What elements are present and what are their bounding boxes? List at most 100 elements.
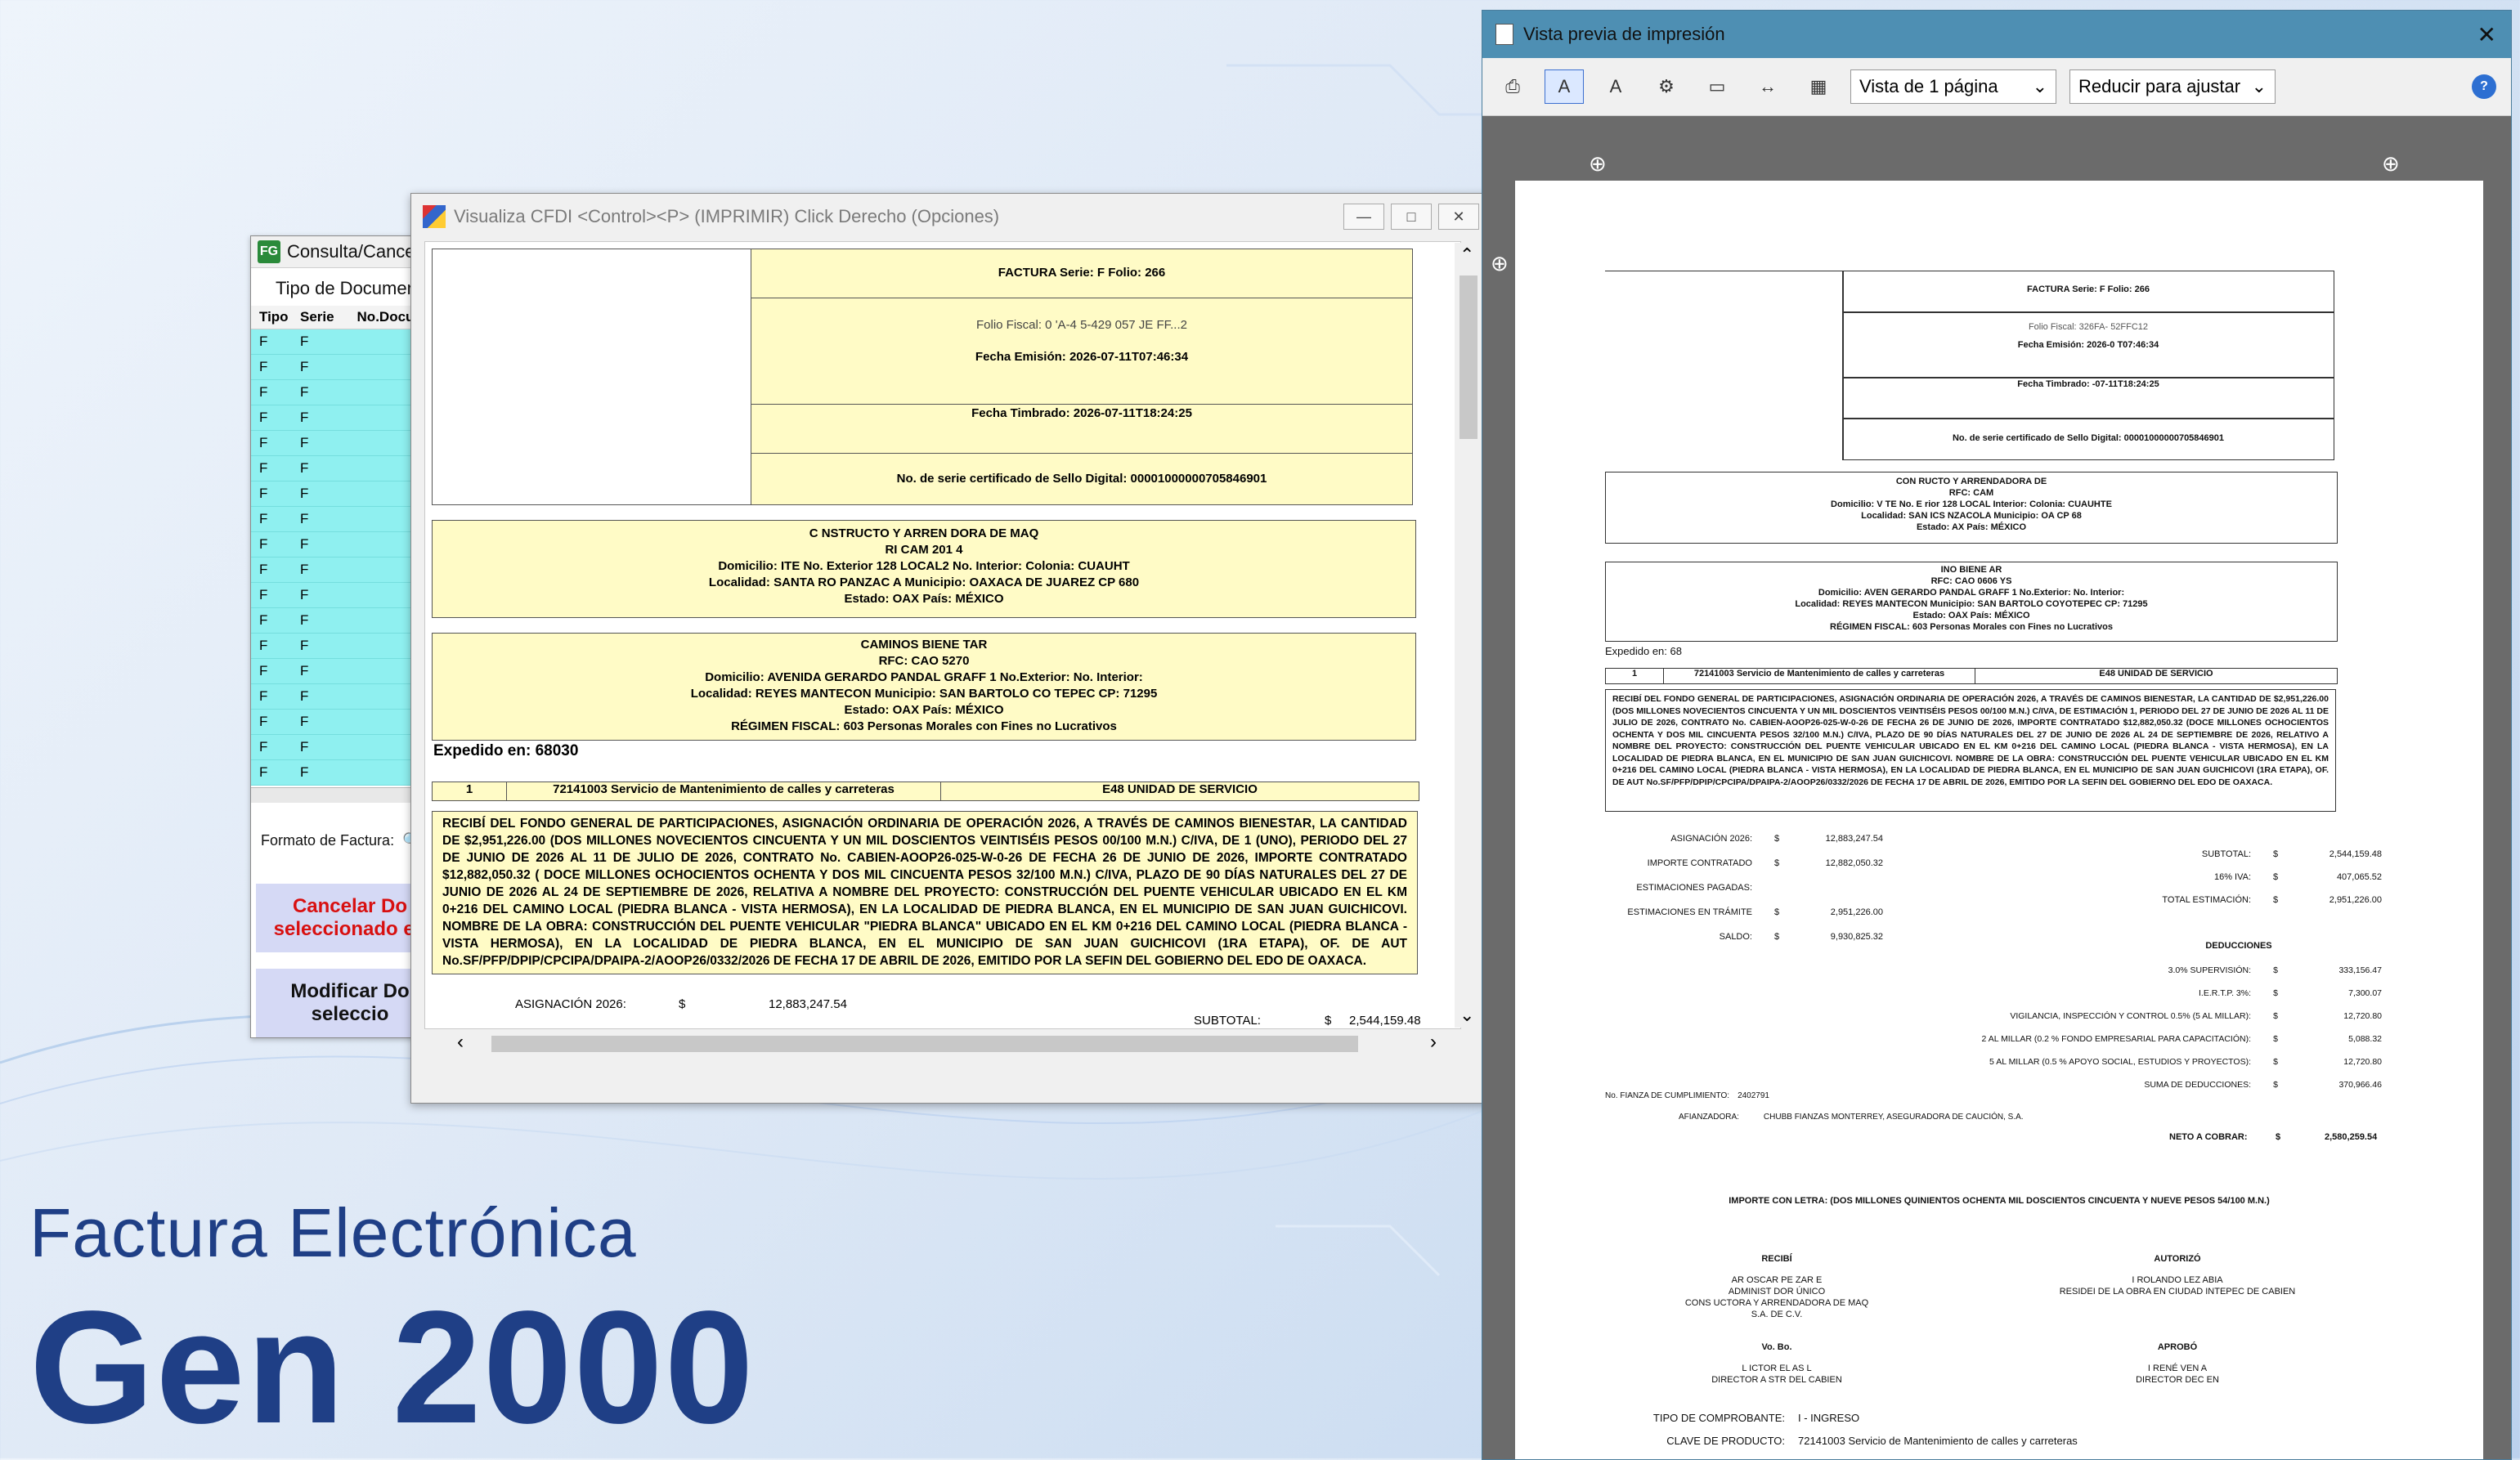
col-tipo: Tipo [259,309,289,325]
scroll-down-icon[interactable]: ⌄ [1460,1005,1474,1026]
table-row[interactable]: FF2 [251,760,437,786]
amount-label: ASIGNACIÓN 2026: [1670,834,1752,844]
amount-label: SUMA DE DEDUCCIONES: [2144,1080,2251,1090]
table-row[interactable]: FF2 [251,481,437,507]
amount-label: ESTIMACIONES PAGADAS: [1636,883,1752,893]
asignacion-value: 12,883,247.54 [769,997,847,1011]
amount-currency: $ [1773,932,1780,942]
invoice-document: FACTURA Serie: F Folio: 266 Folio Fiscal… [424,241,1461,1029]
amount-currency: $ [1773,907,1780,917]
close-button[interactable]: ✕ [1438,204,1479,230]
deducciones-list: 3.0% SUPERVISIÓN: $333,156.47 I.E.R.T.P. 3… [1957,959,2406,1096]
scroll-up-icon[interactable]: ⌃ [1460,244,1474,266]
print-preview-titlebar[interactable]: Vista previa de impresión ✕ [1482,11,2511,58]
serie-certificado: No. de serie certificado de Sello Digita… [1952,433,2225,443]
emisor-line: Estado: AX País: MÉXICO [1916,522,2027,532]
concepto-descripcion: 72141003 Servicio de Mantenimiento de ca… [1664,669,1975,683]
margin-handle-icon[interactable]: ⊕ [2382,151,2400,177]
amount-value: 7,300.07 [2348,988,2382,998]
comprobante-info: TIPO DE COMPROBANTE: I - INGRESO CLAVE DE… [1605,1407,2078,1459]
descripcion-block: RECIBÍ DEL FONDO GENERAL DE PARTICIPACIO… [1605,689,2336,812]
documents-table: FF2FF2FF2FF2FF2FF2FF2FF2FF2FF2FF2FF2FF2F… [251,329,437,786]
scroll-right-icon[interactable]: › [1430,1031,1437,1054]
help-icon[interactable]: ? [2472,74,2496,99]
amount-row: 2 AL MILLAR (0.2 % FONDO EMPRESARIAL PAR… [1957,1028,2406,1050]
receptor-block: INO BIENE AR RFC: CAO 0606 YS Domicilio:… [1605,562,2338,642]
table-row[interactable]: FF2 [251,634,437,659]
amount-row: SUMA DE DEDUCCIONES: $370,966.46 [1957,1073,2406,1096]
table-row[interactable]: FF2 [251,684,437,710]
amount-value: 9,930,825.32 [1830,932,1883,942]
subtotal-currency: $ [1325,1014,1332,1028]
table-row[interactable]: FF2 [251,735,437,760]
cfdi-viewer-titlebar[interactable]: Visualiza CFDI <Control><P> (IMPRIMIR) C… [411,194,1489,240]
expedido-en: Expedido en: 68 [1605,645,1682,657]
neto-value: 2,580,259.54 [2325,1132,2378,1142]
amount-value: 12,720.80 [2343,1057,2382,1067]
amount-row: ASIGNACIÓN 2026: $12,883,247.54 [1589,826,1932,851]
clave-producto-value: 72141003 Servicio de Mantenimiento de ca… [1798,1435,2078,1447]
table-row[interactable]: FF2 [251,608,437,634]
fit-width-icon[interactable]: ↔ [1749,70,1787,103]
concepto-descripcion: 72141003 Servicio de Mantenimiento de ca… [507,782,941,800]
table-row[interactable]: FF2 [251,659,437,684]
vertical-scrollbar[interactable]: ⌃ ⌄ [1455,243,1482,1028]
descripcion-block: RECIBÍ DEL FONDO GENERAL DE PARTICIPACIO… [432,811,1418,974]
table-row[interactable]: FF2 [251,583,437,608]
amount-label: I.E.R.T.P. 3%: [2199,988,2251,998]
horizontal-scrollbar[interactable] [251,787,437,803]
table-cell: F [259,435,268,450]
scroll-thumb[interactable] [1460,275,1477,439]
table-cell: F [300,435,309,450]
receptor-line: RFC: CAO 0606 YS [1930,576,2012,586]
app-icon [423,205,446,228]
table-row[interactable]: FF2 [251,329,437,355]
table-cell: F [259,638,268,653]
table-cell: F [300,562,309,577]
table-cell: F [259,663,268,678]
table-cell: F [300,612,309,628]
table-row[interactable]: FF2 [251,456,437,481]
maximize-button[interactable]: □ [1391,204,1432,230]
tipo-comprobante-label: TIPO DE COMPROBANTE: [1652,1412,1785,1424]
scroll-left-icon[interactable]: ‹ [457,1031,464,1054]
print-preview-title: Vista previa de impresión [1523,24,1725,44]
table-row[interactable]: FF2 [251,507,437,532]
amount-row: ESTIMACIONES EN TRÁMITE $2,951,226.00 [1589,900,1932,925]
page-width-icon[interactable]: ▭ [1698,70,1736,103]
documents-table-header: Tipo Serie No.Docume [251,306,437,329]
afianzadora-label: AFIANZADORA: [1679,1113,1739,1122]
table-cell: F [259,714,268,729]
consulta-title: Consulta/Cance [287,241,415,262]
table-row[interactable]: FF2 [251,558,437,583]
scroll-thumb[interactable] [491,1036,1358,1052]
full-page-icon[interactable]: ▦ [1800,70,1837,103]
table-row[interactable]: FF2 [251,405,437,431]
table-row[interactable]: FF2 [251,355,437,380]
page-view-select[interactable]: Vista de 1 página ⌄ [1850,69,2056,104]
table-row[interactable]: FF2 [251,380,437,405]
table-row[interactable]: FF2 [251,710,437,735]
receptor-line: RFC: CAO 5270 [878,654,970,668]
settings-icon[interactable]: ⚙ [1648,70,1685,103]
close-icon[interactable]: ✕ [2477,21,2496,48]
margin-handle-icon[interactable]: ⊕ [1491,251,1509,276]
minimize-button[interactable]: — [1343,204,1384,230]
amount-currency: $ [2273,1011,2278,1021]
table-cell: F [259,359,268,374]
consulta-titlebar[interactable]: FG Consulta/Cance [251,236,437,268]
neto-row: NETO A COBRAR: $ 2,580,259.54 [2169,1132,2377,1142]
amount-row: VIGILANCIA, INSPECCIÓN Y CONTROL 0.5% (5… [1957,1005,2406,1028]
table-cell: F [259,739,268,755]
table-row[interactable]: FF2 [251,431,437,456]
landscape-icon[interactable]: A [1597,70,1634,103]
amount-value: 407,065.52 [2336,872,2382,882]
horizontal-scrollbar[interactable]: ‹ › [424,1029,1460,1059]
amount-currency: $ [2273,988,2278,998]
margin-handle-icon[interactable]: ⊕ [1589,151,1607,177]
fit-select[interactable]: Reducir para ajustar ⌄ [2069,69,2276,104]
portrait-icon[interactable]: A [1545,69,1584,104]
print-icon[interactable]: ⎙ [1494,70,1531,103]
table-row[interactable]: FF2 [251,532,437,558]
fecha-emision: Fecha Emisión: 2026-0 T07:46:34 [2017,340,2159,350]
